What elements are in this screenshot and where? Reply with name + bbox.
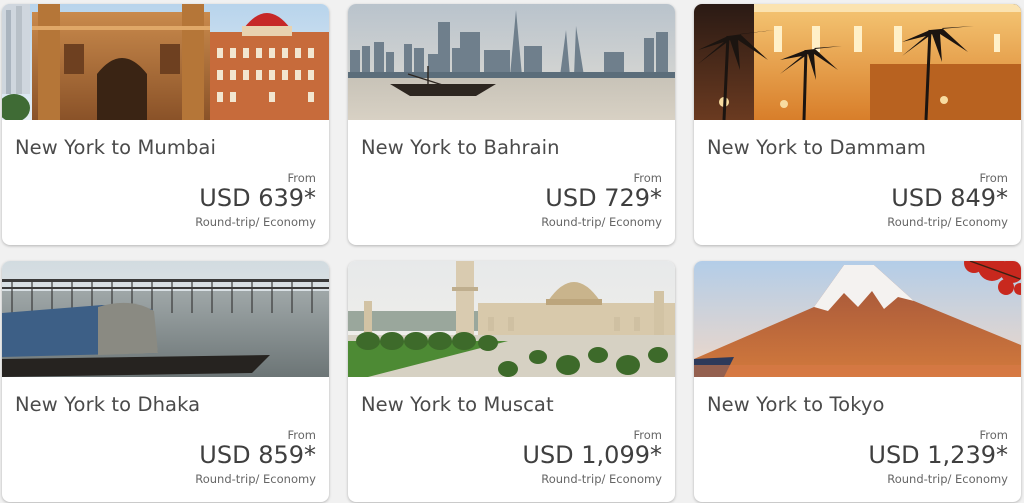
price: USD 729* [545, 184, 662, 212]
price: USD 1,099* [522, 441, 662, 469]
from-label: From [287, 428, 317, 442]
fare-type: Round-trip/ Economy [541, 472, 662, 486]
fare-type: Round-trip/ Economy [887, 215, 1008, 229]
price: USD 859* [199, 441, 316, 469]
from-label: From [979, 171, 1009, 185]
offer-card-dammam[interactable]: New York to Dammam From USD 849* Round-t… [694, 4, 1021, 245]
route-title: New York to Dhaka [15, 393, 201, 416]
fare-type: Round-trip/ Economy [887, 472, 1008, 486]
fare-type: Round-trip/ Economy [195, 472, 316, 486]
price: USD 639* [199, 184, 316, 212]
from-label: From [633, 171, 663, 185]
dhaka-river-boat-image [2, 261, 329, 377]
fare-type: Round-trip/ Economy [541, 215, 662, 229]
route-title: New York to Tokyo [707, 393, 885, 416]
gateway-of-india-image [2, 4, 329, 120]
offer-card-mumbai[interactable]: New York to Mumbai From USD 639* Round-t… [2, 4, 329, 245]
muscat-grand-mosque-image [348, 261, 675, 377]
offers-grid: New York to Mumbai From USD 639* Round-t… [2, 4, 1021, 502]
bahrain-skyline-image [348, 4, 675, 120]
from-label: From [287, 171, 317, 185]
offer-card-bahrain[interactable]: New York to Bahrain From USD 729* Round-… [348, 4, 675, 245]
price: USD 1,239* [868, 441, 1008, 469]
route-title: New York to Dammam [707, 136, 926, 159]
mount-fuji-image [694, 261, 1021, 377]
fare-type: Round-trip/ Economy [195, 215, 316, 229]
route-title: New York to Muscat [361, 393, 554, 416]
route-title: New York to Bahrain [361, 136, 560, 159]
offer-card-dhaka[interactable]: New York to Dhaka From USD 859* Round-tr… [2, 261, 329, 502]
price: USD 849* [891, 184, 1008, 212]
from-label: From [979, 428, 1009, 442]
dammam-night-palms-image [694, 4, 1021, 120]
from-label: From [633, 428, 663, 442]
offer-card-muscat[interactable]: New York to Muscat From USD 1,099* Round… [348, 261, 675, 502]
offer-card-tokyo[interactable]: New York to Tokyo From USD 1,239* Round-… [694, 261, 1021, 502]
route-title: New York to Mumbai [15, 136, 216, 159]
